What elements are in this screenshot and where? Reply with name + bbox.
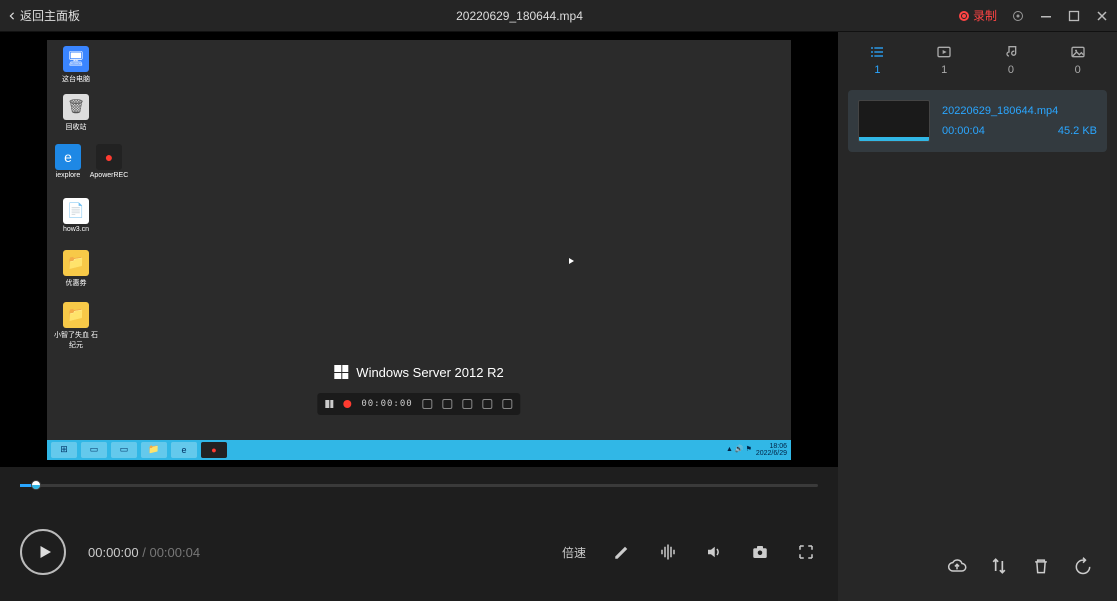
time-duration: 00:00:04 — [149, 545, 200, 560]
tab-image[interactable]: 0 — [1054, 44, 1102, 76]
player-controls: 00:00:00 / 00:00:04 倍速 — [0, 503, 838, 601]
folder-icon: 📁 — [63, 250, 89, 276]
taskbar-item: ▭ — [111, 442, 137, 458]
revert-button[interactable] — [1073, 556, 1093, 576]
taskbar-item: ● — [201, 442, 227, 458]
tray-icon: ▲ 🔊 ⚑ — [726, 446, 752, 453]
music-icon — [1002, 44, 1020, 60]
desktop-icon: 📁小智了失血 石纪元 — [53, 302, 99, 350]
volume-icon — [705, 543, 723, 561]
desktop-icon: ●ApowerREC — [89, 144, 129, 179]
desktop-icon: 📄how3.cn — [53, 198, 99, 233]
taskbar-clock: 18:06 2022/6/29 — [756, 443, 787, 457]
file-thumbnail — [858, 100, 930, 142]
close-button[interactable] — [1095, 9, 1109, 23]
fullscreen-button[interactable] — [794, 540, 818, 564]
time-current: 00:00:00 — [88, 545, 139, 560]
file-duration: 00:00:04 — [942, 125, 985, 137]
file-item[interactable]: 20220629_180644.mp4 00:00:04 45.2 KB — [848, 90, 1107, 152]
play-button[interactable] — [20, 529, 66, 575]
sort-icon — [989, 556, 1009, 576]
tab-list[interactable]: 1 — [853, 44, 901, 76]
sidebar: 1 1 0 0 20220629_180644.mp4 00:00:04 4 — [838, 32, 1117, 601]
video-viewport[interactable]: 🖥这台电脑 🗑回收站 eiexplore ●ApowerREC 📄how3.cn… — [0, 32, 838, 467]
sort-button[interactable] — [989, 556, 1009, 576]
apowerrec-icon: ● — [96, 144, 122, 170]
desktop-icon: 🗑回收站 — [53, 94, 99, 132]
image-icon — [1069, 44, 1087, 60]
seek-thumb[interactable] — [31, 480, 41, 490]
windows-brand: Windows Server 2012 R2 — [334, 365, 503, 380]
recording-widget: 00:00:00 — [317, 393, 520, 415]
desktop-icon: eiexplore — [53, 144, 83, 179]
taskbar: ⊞ ▭ ▭ 📁 e ● ▲ 🔊 ⚑ 18:06 2022/6/29 — [47, 440, 791, 460]
pause-icon — [325, 400, 333, 408]
tab-count: 0 — [1075, 64, 1081, 76]
widget-timer: 00:00:00 — [361, 399, 412, 409]
list-icon — [868, 44, 886, 60]
undo-icon — [1073, 556, 1093, 576]
back-button[interactable]: 返回主面板 — [8, 7, 80, 24]
widget-icon — [443, 399, 453, 409]
delete-button[interactable] — [1031, 556, 1051, 576]
taskbar-item: ▭ — [81, 442, 107, 458]
back-label: 返回主面板 — [20, 7, 80, 24]
file-size: 45.2 KB — [1058, 125, 1097, 137]
seek-bar-row — [0, 467, 838, 503]
timecode: 00:00:00 / 00:00:04 — [88, 545, 200, 560]
titlebar: 返回主面板 20220629_180644.mp4 录制 — [0, 0, 1117, 32]
folder-icon: 📁 — [63, 302, 89, 328]
cloud-upload-icon — [947, 556, 967, 576]
taskbar-item: e — [171, 442, 197, 458]
speed-button[interactable]: 倍速 — [560, 540, 588, 564]
ie-icon: e — [55, 144, 81, 170]
widget-icon — [423, 399, 433, 409]
upload-button[interactable] — [947, 556, 967, 576]
sidebar-actions — [838, 531, 1117, 601]
record-icon — [959, 11, 969, 21]
pc-icon: 🖥 — [63, 46, 89, 72]
snapshot-button[interactable] — [748, 540, 772, 564]
video-content: 🖥这台电脑 🗑回收站 eiexplore ●ApowerREC 📄how3.cn… — [47, 40, 791, 460]
minimize-button[interactable] — [1039, 9, 1053, 23]
sidebar-tabs: 1 1 0 0 — [838, 32, 1117, 86]
desktop-icon: 🖥这台电脑 — [53, 46, 99, 84]
file-icon: 📄 — [63, 198, 89, 224]
player-panel: 🖥这台电脑 🗑回收站 eiexplore ●ApowerREC 📄how3.cn… — [0, 32, 838, 601]
mouse-cursor — [569, 258, 574, 264]
tab-count: 0 — [1008, 64, 1014, 76]
waveform-icon — [659, 543, 677, 561]
desktop-icon: 📁优惠券 — [53, 250, 99, 288]
seek-bar[interactable] — [20, 484, 818, 487]
record-label: 录制 — [973, 7, 997, 24]
settings-icon[interactable] — [1011, 9, 1025, 23]
tab-count: 1 — [941, 64, 947, 76]
start-button-icon: ⊞ — [51, 442, 77, 458]
tab-video[interactable]: 1 — [920, 44, 968, 76]
play-icon — [36, 543, 54, 561]
pencil-icon — [613, 543, 631, 561]
widget-icon — [503, 399, 513, 409]
edit-button[interactable] — [610, 540, 634, 564]
taskbar-item: 📁 — [141, 442, 167, 458]
trash-icon — [1031, 556, 1051, 576]
tab-audio[interactable]: 0 — [987, 44, 1035, 76]
widget-icon — [483, 399, 493, 409]
video-icon — [935, 44, 953, 60]
waveform-button[interactable] — [656, 540, 680, 564]
maximize-button[interactable] — [1067, 9, 1081, 23]
recycle-icon: 🗑 — [63, 94, 89, 120]
window-title: 20220629_180644.mp4 — [80, 9, 959, 23]
camera-icon — [751, 543, 769, 561]
windows-brand-text: Windows Server 2012 R2 — [356, 365, 503, 380]
windows-logo-icon — [334, 365, 348, 379]
file-name: 20220629_180644.mp4 — [942, 105, 1097, 117]
record-dot-icon — [343, 400, 351, 408]
fullscreen-icon — [797, 543, 815, 561]
volume-button[interactable] — [702, 540, 726, 564]
widget-icon — [463, 399, 473, 409]
record-button[interactable]: 录制 — [959, 7, 997, 24]
tab-count: 1 — [874, 64, 880, 76]
